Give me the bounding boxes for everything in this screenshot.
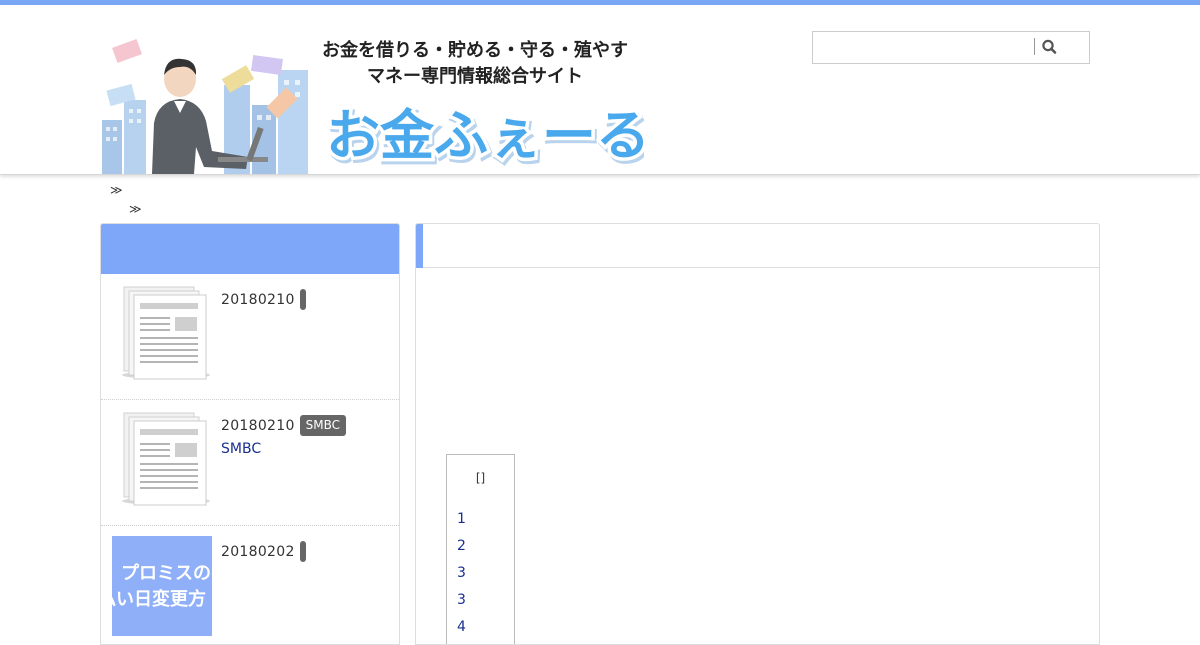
breadcrumb-separator-2: ≫ — [129, 202, 142, 216]
article-date: 20180210 — [221, 417, 295, 434]
sidebar-article-1[interactable]: 20180210 — [101, 274, 399, 400]
toc-item[interactable]: 2 — [457, 538, 466, 554]
site-logo-text: お金ふぇーる — [326, 104, 644, 167]
article-date: 20180202 — [221, 543, 295, 560]
site-logo[interactable]: お金ふぇーる — [322, 100, 645, 171]
thumbnail-text-1: プロミスの — [121, 563, 211, 584]
header-illustration — [102, 39, 308, 174]
article-date: 20180210 — [221, 291, 295, 308]
tagline-line-2: マネー専門情報総合サイト — [367, 66, 583, 87]
toc-item[interactable]: 3 — [457, 592, 466, 608]
toc-title[interactable]: [] — [447, 471, 514, 485]
header-accent — [416, 224, 423, 268]
document-icon — [122, 412, 210, 506]
sidebar-header — [101, 224, 399, 274]
article-meta: 20180210 SMBC — [221, 415, 347, 436]
toc-item[interactable]: 3 — [457, 565, 466, 581]
search-button[interactable] — [1037, 36, 1063, 58]
sidebar-new-articles: 20180210 20180210 SMBC SMBC プロミスの い日変更方 … — [100, 223, 400, 645]
search-divider — [1034, 38, 1035, 55]
site-tagline: お金を借りる・貯める・守る・殖やす マネー専門情報総合サイト — [320, 38, 630, 90]
site-header: お金を借りる・貯める・守る・殖やす マネー専門情報総合サイト お金ふぇーる — [0, 5, 1200, 175]
document-icon — [122, 286, 210, 380]
search-box — [812, 31, 1090, 64]
breadcrumb-separator-1: ≫ — [110, 183, 123, 197]
main-header — [416, 224, 1099, 268]
category-badge[interactable] — [299, 289, 306, 310]
article-meta: 20180210 — [221, 289, 306, 310]
category-badge[interactable]: SMBC — [299, 415, 347, 436]
tagline-line-1: お金を借りる・貯める・守る・殖やす — [322, 40, 628, 61]
search-input[interactable] — [817, 35, 1033, 60]
sidebar-article-2[interactable]: 20180210 SMBC SMBC — [101, 400, 399, 526]
promise-thumbnail: プロミスの 払い日変更方 — [112, 536, 212, 636]
search-icon — [1042, 39, 1057, 54]
sidebar-article-3[interactable]: プロミスの 払い日変更方 20180202 — [101, 526, 399, 644]
thumbnail-text-2: 払い日変更方 — [112, 589, 206, 610]
main-content: [] 1 2 3 3 4 — [415, 223, 1100, 645]
table-of-contents: [] 1 2 3 3 4 — [446, 454, 515, 644]
article-meta: 20180202 — [221, 541, 306, 562]
article-title-link[interactable]: SMBC — [221, 441, 261, 457]
toc-item[interactable]: 4 — [457, 619, 466, 635]
category-badge[interactable] — [299, 541, 306, 562]
toc-item[interactable]: 1 — [457, 511, 466, 527]
